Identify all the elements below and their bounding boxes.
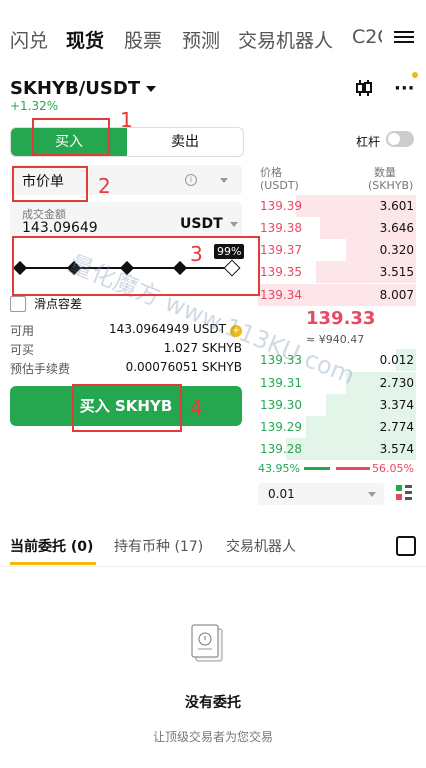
buy-ratio: 43.95% — [258, 462, 300, 475]
price-header: 价格 — [260, 166, 282, 179]
amount-value[interactable]: 143.09649 — [22, 220, 98, 236]
leverage-toggle[interactable] — [386, 131, 414, 147]
orderbook-layout-icon[interactable] — [396, 485, 412, 501]
ask-row[interactable]: 139.37 0.320 — [258, 239, 416, 261]
active-tab-underline — [10, 562, 96, 565]
price-unit: (USDT) — [260, 179, 299, 192]
qty-unit: (SKHYB) — [368, 179, 414, 192]
last-price: 139.33 — [306, 308, 376, 329]
bid-row[interactable]: 139.28 3.574 — [258, 438, 416, 460]
empty-title: 没有委托 — [185, 695, 241, 711]
annotation-number: 4 — [190, 396, 203, 420]
qty-header: 数量 — [374, 166, 396, 179]
leverage-label: 杠杆 — [356, 135, 381, 149]
can-buy-row: 可买 1.027 SKHYB — [10, 341, 242, 357]
ask-row[interactable]: 139.38 3.646 — [258, 217, 416, 239]
precision-select[interactable]: 0.01 — [258, 483, 384, 505]
candlestick-chart-icon[interactable] — [354, 78, 374, 98]
annotation-box-slider — [12, 236, 260, 296]
ask-row[interactable]: 139.35 3.515 — [258, 261, 416, 283]
order-history-icon[interactable] — [396, 536, 416, 556]
tab-open-orders[interactable]: 当前委托 (0) — [10, 536, 93, 556]
annotation-number: 3 — [190, 242, 203, 266]
annotation-box-buy-tab — [32, 118, 110, 156]
ask-row[interactable]: 139.34 8.007 — [258, 284, 416, 306]
top-nav: 闪兑 现货 股票 预测 交易机器人 C2C — [0, 18, 426, 60]
sell-ratio: 56.05% — [372, 462, 414, 475]
fee-value: 0.00076051 SKHYB — [125, 360, 242, 374]
fee-row: 预估手续费 0.00076051 SKHYB — [10, 360, 242, 376]
pair-selector[interactable]: SKHYB/USDT — [10, 78, 157, 99]
slippage-checkbox[interactable] — [10, 296, 26, 312]
notification-dot — [412, 72, 418, 78]
price-change: +1.32% — [10, 99, 59, 113]
chevron-down-icon — [368, 492, 376, 497]
chevron-down-icon — [146, 86, 157, 92]
bid-row[interactable]: 139.30 3.374 — [258, 394, 416, 416]
tab-stocks[interactable]: 股票 — [124, 26, 162, 53]
tab-prediction[interactable]: 预测 — [182, 26, 220, 53]
pair-name: SKHYB/USDT — [10, 78, 141, 99]
ask-row[interactable]: 139.39 3.601 — [258, 195, 416, 217]
sell-tab[interactable]: 卖出 — [127, 128, 243, 156]
tab-bots[interactable]: 交易机器人 — [226, 536, 296, 556]
annotation-number: 2 — [98, 174, 111, 198]
amount-field[interactable]: 成交金额 143.09649 USDT — [10, 202, 242, 236]
more-icon[interactable]: ··· — [394, 78, 415, 99]
tab-holdings[interactable]: 持有币种 (17) — [114, 536, 203, 556]
annotation-number: 1 — [120, 108, 133, 132]
annotation-box-order-type — [12, 166, 88, 202]
tab-trading-bot[interactable]: 交易机器人 — [238, 26, 333, 53]
chevron-down-icon — [230, 222, 238, 227]
menu-icon[interactable] — [394, 28, 414, 46]
empty-orders-icon — [191, 624, 223, 662]
info-icon[interactable]: i — [185, 174, 197, 186]
tab-swap[interactable]: 闪兑 — [10, 26, 48, 53]
tab-spot[interactable]: 现货 — [66, 26, 104, 53]
annotation-box-submit — [72, 384, 182, 432]
amount-unit[interactable]: USDT — [180, 216, 223, 232]
tab-c2c[interactable]: C2C — [352, 26, 382, 48]
chevron-down-icon — [220, 178, 228, 183]
bid-row[interactable]: 139.29 2.774 — [258, 416, 416, 438]
empty-subtitle: 让顶级交易者为您交易 — [152, 730, 273, 744]
slippage-label: 滑点容差 — [34, 297, 83, 311]
buy-sell-ratio: 43.95% 56.05% — [258, 462, 416, 476]
orders-tabs: 当前委托 (0) 持有币种 (17) 交易机器人 — [0, 530, 426, 567]
